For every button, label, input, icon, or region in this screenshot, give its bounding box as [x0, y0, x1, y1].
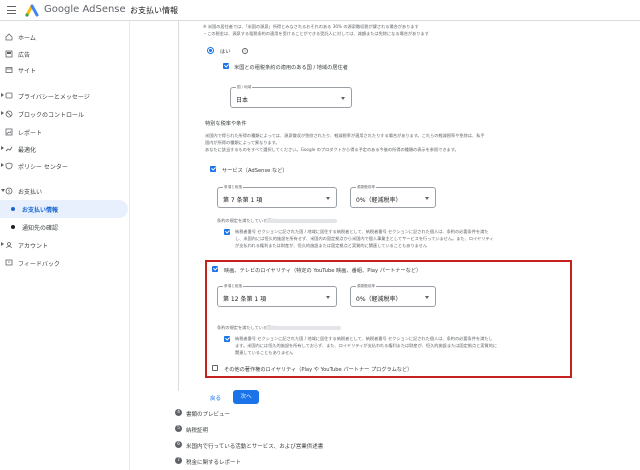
step-number: 6	[175, 441, 182, 448]
payments-icon: $	[5, 187, 13, 195]
stepper-line	[178, 21, 179, 391]
step-number: 7	[175, 457, 182, 464]
description-line-3: あなたに該当するものをすべて選択してください。Google のプロダクトから得る…	[205, 147, 459, 152]
expand-caret-icon	[1, 111, 4, 115]
sidebar-item-sites[interactable]: サイト	[0, 61, 130, 79]
expand-caret-icon	[1, 242, 4, 246]
top-app-bar: Google AdSense お支払い情報	[0, 0, 640, 21]
highlight-box	[205, 260, 572, 378]
optimize-icon	[5, 146, 13, 152]
privacy-icon	[5, 92, 13, 99]
sidebar-item-home[interactable]: ホーム	[0, 28, 130, 46]
yes-radio[interactable]	[207, 47, 214, 54]
sidebar-item-privacy[interactable]: プライバシーとメッセージ	[0, 87, 130, 105]
ads-icon	[5, 50, 13, 58]
services-reason-checkbox[interactable]	[224, 229, 230, 235]
back-button[interactable]: 戻る	[210, 394, 221, 402]
services-checkbox[interactable]	[210, 166, 216, 172]
note-line-1: ※ 米国の居住者では、「米国の源泉」所得とみなされるおそれのある 30% の源泉…	[203, 24, 419, 29]
menu-icon[interactable]	[7, 6, 16, 14]
step-number: 5	[175, 425, 182, 432]
chevron-down-icon	[341, 97, 345, 100]
sidebar-item-optimize[interactable]: 最適化	[0, 140, 130, 158]
sites-icon	[5, 67, 13, 73]
services-article-label: 条項と段落	[223, 185, 243, 190]
step-number: 4	[175, 409, 182, 416]
sidebar-item-feedback[interactable]: フィードバック	[0, 254, 130, 272]
country-select-label: 国 / 地域	[236, 85, 253, 90]
services-reason-line-1: 納税者番号 セクションに記された国 / 地域に居住する納税者として、納税者番号 …	[235, 229, 489, 234]
main-content: ※ 米国の居住者では、「米国の源泉」所得とみなされるおそれのある 30% の源泉…	[130, 21, 640, 470]
sidebar-item-account[interactable]: アカウント	[0, 236, 130, 254]
home-icon	[5, 33, 13, 41]
brand-name: Google AdSense	[44, 4, 126, 15]
step-label: 米国内で行っている活動とサービス、および営業供述書	[186, 444, 324, 450]
step-label: 税金に関するレポート	[186, 460, 242, 466]
dot-icon	[11, 207, 15, 211]
services-rate-select[interactable]: 源泉徴収率 0%（軽減税率）	[350, 185, 436, 208]
adsense-logo-icon	[25, 4, 39, 17]
dot-icon	[11, 225, 15, 229]
yes-radio-label: はい	[220, 49, 231, 55]
page-title: お支払い情報	[130, 6, 178, 15]
services-reason-line-2: し、米国内には恒久的施設を所有せず、米国内の固定拠点から米国内で個人事業主として…	[235, 236, 494, 241]
chevron-down-icon	[326, 197, 330, 200]
step-5: 5 納税証明	[175, 425, 475, 435]
other-royalty-checkbox[interactable]	[212, 365, 218, 371]
sidebar-item-block[interactable]: ブロックのコントロール	[0, 105, 130, 123]
country-select-value: 日本	[236, 97, 249, 104]
description-line-2: 国内が所得の種類によって異なります。	[205, 140, 280, 145]
step-6: 6 米国内で行っている活動とサービス、および営業供述書	[175, 441, 475, 451]
info-icon[interactable]: i	[242, 48, 248, 54]
feedback-icon	[5, 259, 13, 266]
special-rates-heading: 特別な税率や条件	[205, 121, 247, 127]
services-label: サービス（AdSense など）	[222, 168, 288, 174]
step-7: 7 税金に関するレポート	[175, 457, 475, 467]
treaty-resident-checkbox[interactable]	[223, 63, 229, 69]
sidebar: ホーム 広告 サイト プライバシーとメッセージ ブロックのコントロール レポート…	[0, 21, 130, 470]
svg-text:$: $	[8, 189, 11, 194]
sidebar-item-policy[interactable]: ポリシー センター	[0, 157, 130, 175]
note-line-2: ・この税金は、源泉する租税条約の適用を受けることができる受託人に対しては、減額ま…	[203, 31, 429, 36]
expand-caret-icon	[1, 93, 4, 97]
block-icon	[5, 110, 13, 118]
country-select[interactable]: 国 / 地域 日本	[230, 85, 352, 108]
sidebar-item-payment-info[interactable]: お支払い情報	[0, 200, 128, 218]
chevron-down-icon	[425, 197, 429, 200]
sidebar-item-reports[interactable]: レポート	[0, 123, 130, 141]
services-article-select[interactable]: 条項と段落 第 7 条第 1 項	[217, 185, 337, 208]
brand-product: AdSense	[82, 4, 126, 15]
step-label: 書類のプレビュー	[186, 412, 231, 418]
account-icon	[6, 242, 12, 249]
treaty-resident-label: 米国との租税条約の適用のある国 / 地域の居住者	[234, 65, 348, 71]
services-article-value: 第 7 条第 1 項	[223, 197, 263, 204]
step-label: 納税証明	[186, 428, 209, 434]
expand-caret-icon	[1, 163, 4, 167]
redacted-text	[265, 219, 337, 223]
next-button[interactable]: 次へ	[233, 390, 259, 404]
description-line-1: 米国内で得られた所得の種類によっては、源泉徴収が免除されたり、軽減税率が適用され…	[205, 133, 485, 138]
expand-caret-icon	[1, 146, 4, 150]
policy-icon	[5, 162, 13, 170]
services-reason-line-3: が支払われる権利または財産が、恒久的施設または固定拠点と実質的に関連していること…	[235, 243, 428, 248]
step-4: 4 書類のプレビュー	[175, 409, 475, 419]
sidebar-item-payments[interactable]: $ お支払い	[0, 182, 130, 200]
services-rate-label: 源泉徴収率	[356, 185, 376, 190]
services-rate-value: 0%（軽減税率）	[356, 197, 402, 204]
reports-icon	[5, 128, 13, 136]
brand-google: Google	[44, 4, 80, 15]
other-royalty-label: その他の著作権のロイヤリティ（Play や YouTube パートナー プログラ…	[224, 367, 413, 373]
sidebar-item-notification-check[interactable]: 通知先の確認	[0, 218, 130, 236]
